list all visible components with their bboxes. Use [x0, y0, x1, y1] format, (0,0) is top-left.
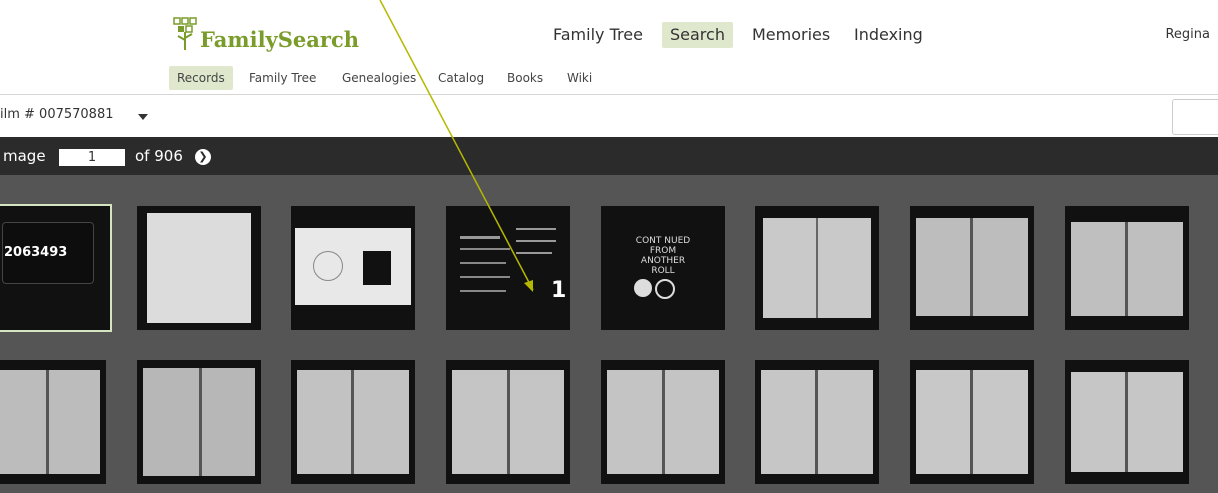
- chevron-down-icon[interactable]: [138, 114, 148, 120]
- subnav-wiki[interactable]: Wiki: [559, 66, 600, 90]
- subnav-records[interactable]: Records: [169, 66, 233, 90]
- thumbnail-11[interactable]: [291, 360, 415, 484]
- thumbnail-13[interactable]: [601, 360, 725, 484]
- next-image-icon[interactable]: ❯: [195, 149, 211, 165]
- thumbnail-2[interactable]: [137, 206, 261, 330]
- thumbnail-15[interactable]: [910, 360, 1034, 484]
- film-menu-button[interactable]: [1172, 99, 1218, 135]
- subnav-family-tree[interactable]: Family Tree: [241, 66, 324, 90]
- image-number-input[interactable]: [59, 149, 125, 166]
- user-name[interactable]: Regina: [1165, 27, 1210, 42]
- thumbnail-3[interactable]: [291, 206, 415, 330]
- film-id-label: 2063493: [4, 245, 68, 260]
- thumbnail-6[interactable]: [755, 206, 879, 330]
- image-count: of 906: [135, 147, 183, 165]
- image-viewer-toolbar: mage of 906 ❯: [0, 137, 1218, 175]
- thumbnail-9[interactable]: [0, 360, 106, 484]
- thumbnail-gallery: 2063493 1 CONT NUED FROM ANOTHER ROLL: [0, 175, 1218, 493]
- nav-memories[interactable]: Memories: [744, 22, 838, 48]
- thumbnail-4[interactable]: 1: [446, 206, 570, 330]
- subnav-genealogies[interactable]: Genealogies: [334, 66, 424, 90]
- thumbnail-1[interactable]: 2063493: [0, 204, 112, 332]
- top-header: FamilySearch Family Tree Search Memories…: [0, 0, 1218, 58]
- logo-text: FamilySearch: [200, 27, 359, 52]
- subnav-catalog[interactable]: Catalog: [430, 66, 492, 90]
- film-bar: ilm # 007570881: [0, 95, 1218, 137]
- familysearch-logo[interactable]: FamilySearch: [172, 14, 359, 50]
- thumbnail-8[interactable]: [1065, 206, 1189, 330]
- film-number[interactable]: ilm # 007570881: [0, 107, 113, 122]
- frame-number: 1: [551, 278, 567, 303]
- subnav-books[interactable]: Books: [499, 66, 551, 90]
- sub-nav: Records Family Tree Genealogies Catalog …: [0, 58, 1218, 95]
- image-label: mage: [3, 147, 46, 165]
- thumbnail-7[interactable]: [910, 206, 1034, 330]
- nav-indexing[interactable]: Indexing: [846, 22, 931, 48]
- family-tree-icon: [173, 17, 197, 50]
- thumbnail-16[interactable]: [1065, 360, 1189, 484]
- thumbnail-10[interactable]: [137, 360, 261, 484]
- continued-card-text: CONT NUED FROM ANOTHER ROLL: [635, 236, 691, 276]
- thumbnail-12[interactable]: [446, 360, 570, 484]
- thumbnail-5[interactable]: CONT NUED FROM ANOTHER ROLL: [601, 206, 725, 330]
- nav-search[interactable]: Search: [662, 22, 733, 48]
- nav-family-tree[interactable]: Family Tree: [545, 22, 651, 48]
- thumbnail-14[interactable]: [755, 360, 879, 484]
